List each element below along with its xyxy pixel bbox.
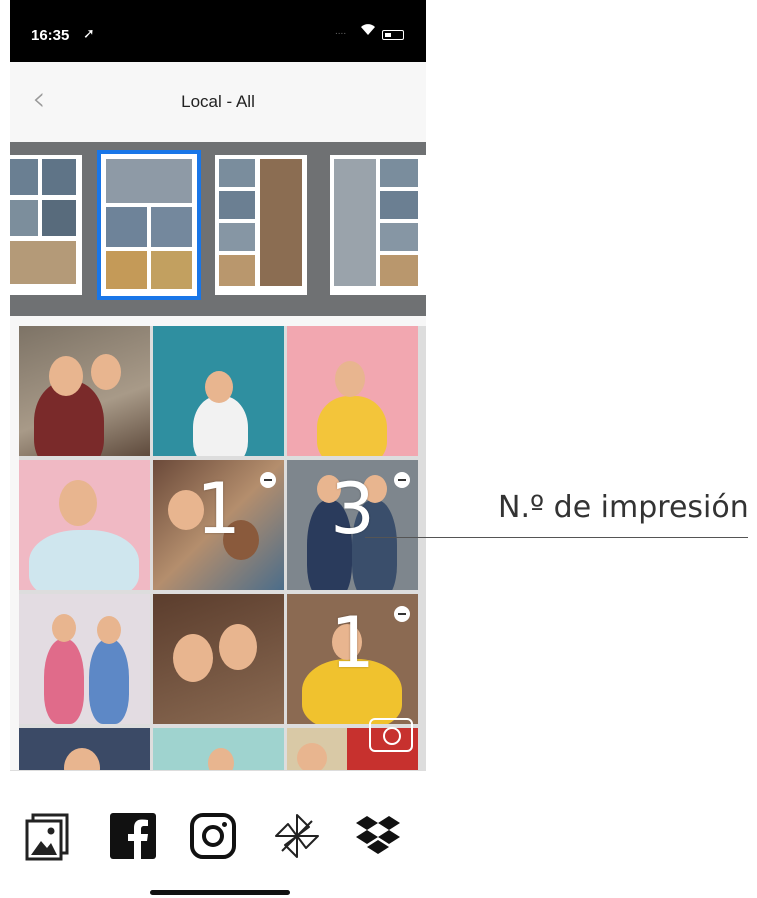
facebook-icon[interactable]: [108, 811, 158, 861]
photo-thumbnail[interactable]: [287, 326, 418, 456]
status-bar: 16:35 ➚ ....: [10, 0, 426, 62]
photo-thumbnail[interactable]: [19, 460, 150, 590]
photo-thumbnail[interactable]: 3: [287, 460, 418, 590]
page-title: Local - All: [181, 92, 255, 111]
print-count: 1: [330, 602, 375, 684]
template-strip: [10, 142, 426, 316]
battery-icon: [382, 30, 404, 40]
camera-icon[interactable]: [369, 718, 413, 752]
gallery-icon[interactable]: [23, 811, 73, 861]
photo-thumbnail[interactable]: [19, 728, 150, 770]
phone-screen: 16:35 ➚ .... ‹ Local - All 1 3 1: [10, 0, 426, 898]
template-option[interactable]: [215, 155, 307, 295]
photo-thumbnail[interactable]: [19, 594, 150, 724]
print-count-label: N.º de impresión: [498, 490, 749, 525]
print-count: 1: [196, 468, 241, 550]
navigation-bar: ‹ Local - All: [10, 62, 426, 142]
home-indicator: [150, 890, 290, 895]
template-option-selected[interactable]: [97, 150, 201, 300]
photo-thumbnail[interactable]: 1: [153, 460, 284, 590]
template-option[interactable]: [10, 155, 82, 295]
photo-thumbnail[interactable]: [153, 594, 284, 724]
photo-thumbnail[interactable]: [153, 326, 284, 456]
signal-icon: ....: [335, 26, 347, 37]
wifi-icon: [360, 22, 376, 41]
location-arrow-icon: ➚: [83, 25, 95, 41]
template-option[interactable]: [330, 155, 426, 295]
status-time: 16:35: [31, 27, 70, 44]
photo-thumbnail[interactable]: [19, 326, 150, 456]
source-bar: [10, 770, 426, 898]
photo-thumbnail[interactable]: [153, 728, 284, 770]
photo-thumbnail[interactable]: 1: [287, 594, 418, 724]
instagram-icon[interactable]: [188, 811, 238, 861]
pinwheel-icon[interactable]: [272, 811, 322, 861]
dropbox-icon[interactable]: [353, 811, 403, 861]
photo-grid: 1 3 1: [19, 326, 426, 770]
callout-line: [365, 537, 748, 538]
